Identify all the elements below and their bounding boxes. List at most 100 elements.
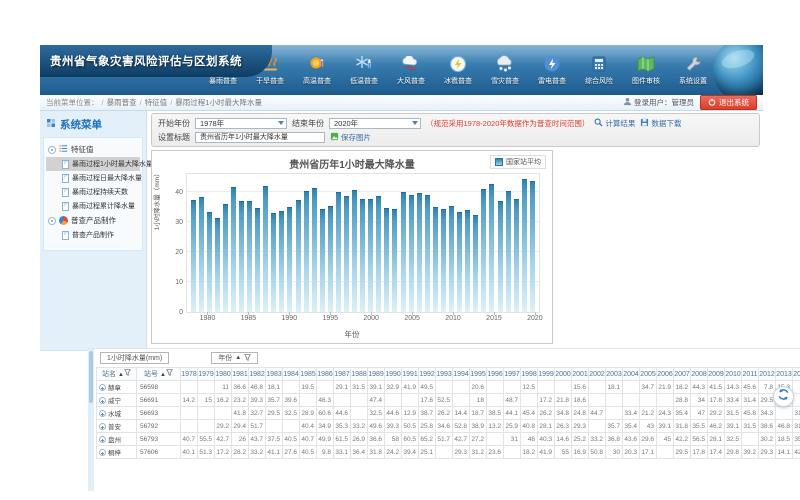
calc-result-button[interactable]: 计算结果 — [594, 118, 635, 129]
nav-item-雪灾普查[interactable]: 雪灾普查 — [483, 50, 527, 87]
year-column-header[interactable]: 2000 — [555, 368, 572, 381]
year-column-header[interactable]: 1998 — [521, 368, 538, 381]
nav-item-label: 大风普查 — [397, 76, 425, 86]
row-expand-icon[interactable] — [99, 423, 106, 430]
vertical-scrollbar[interactable] — [88, 349, 94, 491]
save-image-button[interactable]: 保存图片 — [330, 132, 371, 143]
row-expand-icon[interactable] — [99, 410, 106, 417]
value-cell: 44.6 — [334, 407, 351, 420]
nav-item-冰雹普查[interactable]: 冰雹普查 — [436, 50, 480, 87]
year-column-header[interactable]: 1981 — [232, 368, 249, 381]
year-column-header[interactable]: 1990 — [385, 368, 402, 381]
value-cell: 24.3 — [657, 407, 674, 420]
station-name-cell[interactable]: 盘州 — [97, 433, 137, 446]
station-name-cell[interactable]: 普安 — [97, 420, 137, 433]
year-column-header[interactable]: 1996 — [487, 368, 504, 381]
column-header-站号[interactable]: 站号 ▲ — [137, 368, 181, 381]
year-column-header[interactable]: 2013 — [776, 368, 793, 381]
tree-group-普查产品制作[interactable]: 普查产品制作 — [46, 213, 140, 228]
value-cell — [657, 446, 674, 459]
year-column-header[interactable]: 1992 — [419, 368, 436, 381]
measure-filter-box[interactable]: 1小时降水量(mm) — [100, 352, 169, 364]
station-name-cell[interactable]: 水城 — [97, 407, 137, 420]
value-cell: 18.1 — [266, 381, 283, 394]
year-column-header[interactable]: 2011 — [742, 368, 759, 381]
nav-item-高温普查[interactable]: 高温普查 — [295, 50, 339, 87]
year-column-header[interactable]: 2001 — [572, 368, 589, 381]
value-cell: 50.8 — [589, 446, 606, 459]
station-name-cell[interactable]: 赫章 — [97, 381, 137, 394]
sort-asc-icon[interactable]: ▲ — [235, 355, 241, 361]
year-column-header[interactable]: 2002 — [589, 368, 606, 381]
value-cell: 18.6 — [572, 394, 589, 407]
tree-toggle-icon[interactable] — [48, 146, 56, 154]
year-column-header[interactable]: 1993 — [436, 368, 453, 381]
year-column-header[interactable]: 2012 — [759, 368, 776, 381]
sidebar-item-暴雨过程日最大降水量[interactable]: 暴雨过程日最大降水量 — [46, 171, 140, 185]
year-column-header[interactable]: 1983 — [266, 368, 283, 381]
filter-icon[interactable] — [244, 354, 251, 363]
year-column-header[interactable]: 2007 — [674, 368, 691, 381]
sidebar-item-暴雨过程1小时最大降水量[interactable]: 暴雨过程1小时最大降水量 — [46, 157, 140, 171]
row-expand-icon[interactable] — [99, 397, 106, 404]
nav-item-大风普查[interactable]: 大风普查 — [389, 50, 433, 87]
year-column-header[interactable]: 2003 — [606, 368, 623, 381]
year-column-header[interactable]: 2014 — [793, 368, 800, 381]
year-column-header[interactable]: 1995 — [470, 368, 487, 381]
year-column-header[interactable]: 1997 — [504, 368, 521, 381]
year-column-header[interactable]: 1980 — [215, 368, 232, 381]
nav-item-图件审核[interactable]: 图件审核 — [624, 50, 668, 87]
nav-item-低温普查[interactable]: 低温普查 — [342, 50, 386, 87]
value-cell: 21.8 — [555, 394, 572, 407]
value-cell — [351, 407, 368, 420]
sidebar: 系统菜单 特征值暴雨过程1小时最大降水量暴雨过程日最大降水量暴雨过程持续天数暴雨… — [40, 111, 147, 351]
year-column-header[interactable]: 1985 — [300, 368, 317, 381]
value-cell: 28.2 — [232, 446, 249, 459]
year-column-header[interactable]: 1986 — [317, 368, 334, 381]
year-column-header[interactable]: 2008 — [691, 368, 708, 381]
nav-item-雷电普查[interactable]: 雷电普查 — [530, 50, 574, 87]
sidebar-item-暴雨过程持续天数[interactable]: 暴雨过程持续天数 — [46, 185, 140, 199]
year-column-header[interactable]: 2004 — [623, 368, 640, 381]
year-column-header[interactable]: 2009 — [708, 368, 725, 381]
sidebar-item-暴雨过程累计降水量[interactable]: 暴雨过程累计降水量 — [46, 199, 140, 213]
column-header-站名[interactable]: 站名 ▲ — [97, 368, 137, 381]
year-column-header[interactable]: 2005 — [640, 368, 657, 381]
breadcrumb-item[interactable]: 暴雨普查 — [107, 98, 137, 107]
year-column-header[interactable]: 1984 — [283, 368, 300, 381]
chart-legend[interactable]: 国家站平均 — [490, 155, 546, 169]
row-expand-icon[interactable] — [99, 436, 106, 443]
end-year-select[interactable]: 2020年 — [329, 118, 421, 129]
year-column-header[interactable]: 1978 — [181, 368, 198, 381]
nav-item-系统设置[interactable]: 系统设置 — [671, 50, 715, 87]
tree-group-特征值[interactable]: 特征值 — [46, 142, 140, 157]
value-cell: 43 — [640, 420, 657, 433]
row-expand-icon[interactable] — [99, 449, 106, 456]
filter-icon[interactable] — [166, 371, 173, 378]
start-year-select[interactable]: 1978年 — [195, 118, 287, 129]
chart-title-input[interactable]: 贵州省历年1小时最大降水量 — [195, 132, 325, 143]
year-column-header[interactable]: 1989 — [368, 368, 385, 381]
breadcrumb-item[interactable]: 特征值 — [145, 98, 168, 107]
year-column-header[interactable]: 2010 — [725, 368, 742, 381]
year-column-header[interactable]: 1999 — [538, 368, 555, 381]
logout-button[interactable]: 退出系统 — [700, 95, 757, 110]
year-column-header[interactable]: 1982 — [249, 368, 266, 381]
year-column-header[interactable]: 1991 — [402, 368, 419, 381]
breadcrumb-item[interactable]: 暴雨过程1小时最大降水量 — [175, 98, 262, 107]
tree-toggle-icon[interactable] — [48, 217, 56, 225]
year-column-header[interactable]: 1979 — [198, 368, 215, 381]
data-download-button[interactable]: 数据下载 — [640, 118, 681, 129]
year-column-header[interactable]: 1988 — [351, 368, 368, 381]
year-column-header[interactable]: 1987 — [334, 368, 351, 381]
nav-item-综合风险[interactable]: 综合风险 — [577, 50, 621, 87]
year-column-header[interactable]: 2006 — [657, 368, 674, 381]
station-name-cell[interactable]: 桐梓 — [97, 446, 137, 459]
station-name-cell[interactable]: 威宁 — [97, 394, 137, 407]
sidebar-item-普查产品制作[interactable]: 普查产品制作 — [46, 228, 140, 242]
refresh-button[interactable] — [773, 386, 794, 407]
filter-icon[interactable] — [124, 371, 131, 378]
row-expand-icon[interactable] — [99, 384, 106, 391]
year-column-header[interactable]: 1994 — [453, 368, 470, 381]
year-filter-box[interactable]: 年份 ▲ — [211, 352, 258, 364]
